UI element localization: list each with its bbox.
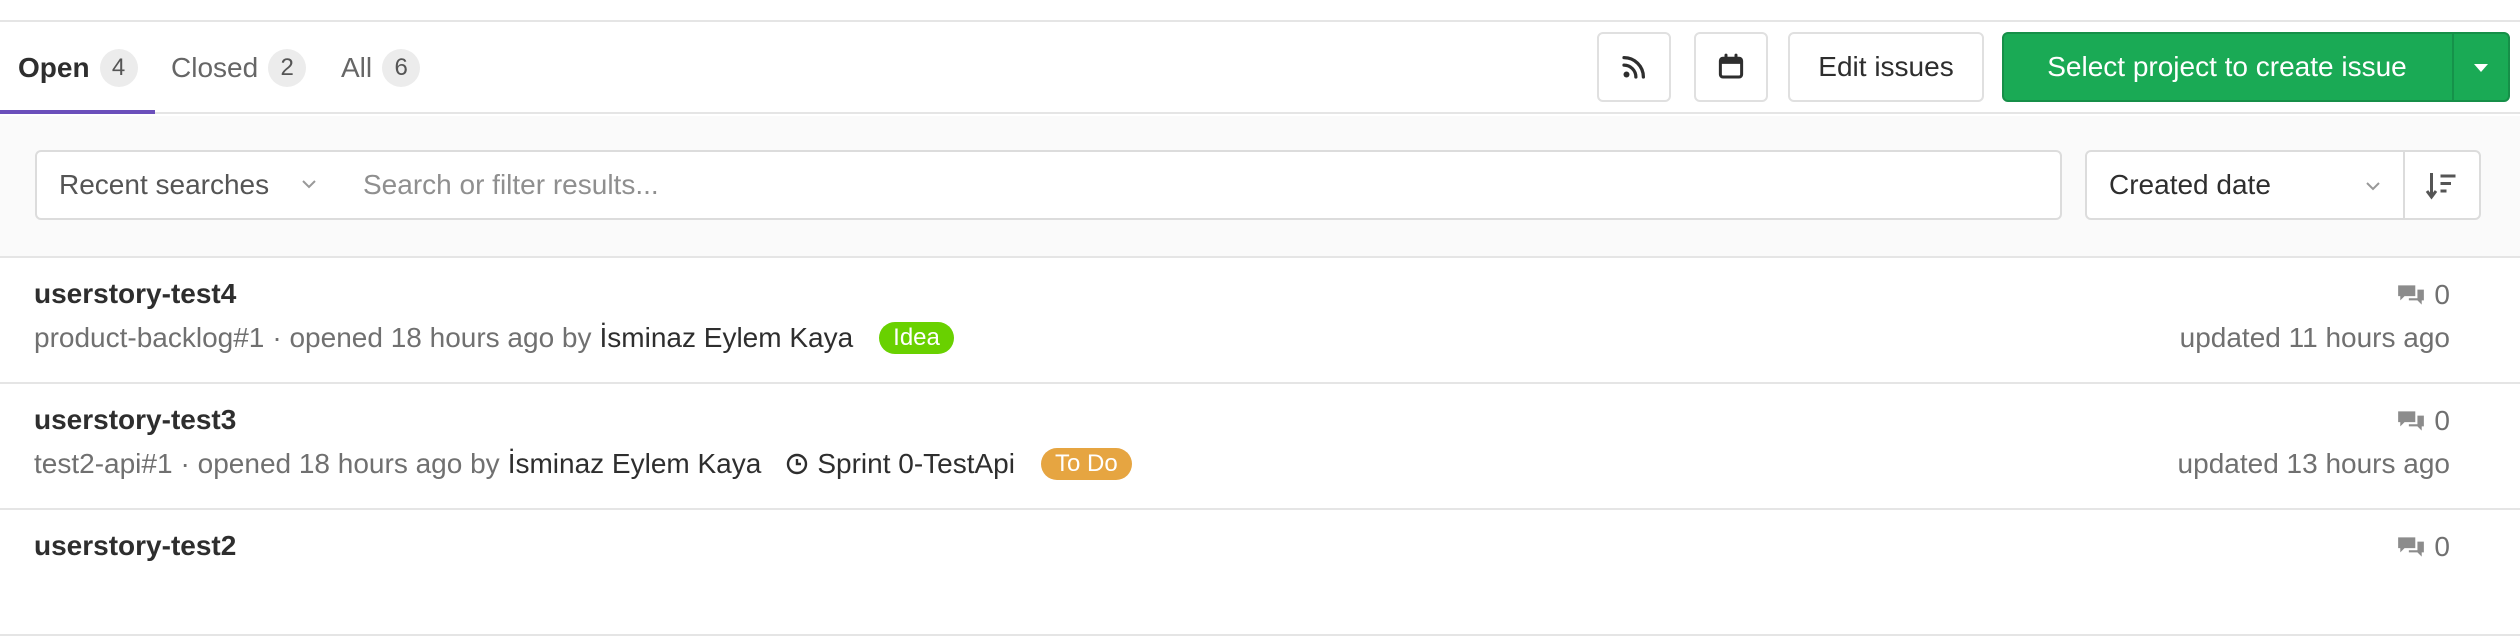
issue-updated-time: updated 13 hours ago xyxy=(2177,448,2450,479)
tab-closed-label: Closed xyxy=(171,52,259,83)
issue-author[interactable]: İsminaz Eylem Kaya xyxy=(600,322,854,354)
chevron-down-icon xyxy=(302,180,316,189)
issue-reference[interactable]: product-backlog#1 xyxy=(34,322,264,354)
comments-count: 0 xyxy=(2434,405,2450,436)
issue-label-badge[interactable]: To Do xyxy=(1040,448,1132,480)
tab-open-count: 4 xyxy=(99,49,138,87)
issue-row: userstory-test2 0 xyxy=(0,510,2520,636)
issue-comments[interactable]: 0 xyxy=(2178,404,2450,438)
issue-title[interactable]: userstory-test3 xyxy=(34,404,236,436)
issue-comments[interactable]: 0 xyxy=(2180,278,2450,312)
comments-icon xyxy=(2398,537,2425,557)
issue-stats: 0 updated 13 hours ago xyxy=(2178,404,2450,480)
tab-all-label: All xyxy=(341,52,373,83)
rss-feed-button[interactable] xyxy=(1597,32,1671,102)
active-tab-underline xyxy=(0,110,155,114)
caret-down-icon xyxy=(2474,64,2488,72)
create-issue-dropdown-toggle[interactable] xyxy=(2454,34,2508,100)
issue-label-badge[interactable]: Idea xyxy=(879,322,954,354)
comments-icon xyxy=(2398,285,2425,305)
issue-author[interactable]: İsminaz Eylem Kaya xyxy=(508,448,762,480)
edit-issues-button[interactable]: Edit issues xyxy=(1788,32,1984,102)
issue-reference[interactable]: test2-api#1 xyxy=(34,448,173,480)
tab-open[interactable]: Open 4 xyxy=(18,22,138,114)
tab-closed-count: 2 xyxy=(268,49,307,87)
recent-searches-dropdown[interactable]: Recent searches xyxy=(35,150,339,220)
issue-stats: 0 xyxy=(2396,530,2450,564)
calendar-icon xyxy=(1718,53,1744,79)
comments-count: 0 xyxy=(2434,531,2450,562)
sort-by-dropdown[interactable]: Created date xyxy=(2085,150,2405,220)
issue-title[interactable]: userstory-test2 xyxy=(34,530,236,562)
clock-icon xyxy=(787,453,808,475)
search-input[interactable] xyxy=(337,150,2062,220)
create-issue-split-button: Select project to create issue xyxy=(2002,32,2510,102)
issue-row: userstory-test3 test2-api#1 · opened 18 … xyxy=(0,384,2520,510)
issue-meta: test2-api#1 · opened 18 hours ago by İsm… xyxy=(34,448,1132,480)
issue-milestone-label: Sprint 0-TestApi xyxy=(817,448,1015,479)
filter-bar: Recent searches Created date xyxy=(0,116,2520,258)
issue-title[interactable]: userstory-test4 xyxy=(34,278,236,310)
sort-by-label: Created date xyxy=(2109,169,2271,200)
issue-comments[interactable]: 0 xyxy=(2396,530,2450,564)
issue-opened-text: · opened 18 hours ago by xyxy=(272,322,592,353)
comments-count: 0 xyxy=(2434,279,2450,310)
tab-closed[interactable]: Closed 2 xyxy=(171,22,307,114)
tab-open-label: Open xyxy=(18,52,90,83)
rss-icon xyxy=(1622,56,1645,79)
tab-all-count: 6 xyxy=(382,49,421,87)
sort-direction-button[interactable] xyxy=(2403,150,2481,220)
issues-tabs-bar: Open 4 Closed 2 All 6 Edit issues Select… xyxy=(0,22,2520,114)
recent-searches-label: Recent searches xyxy=(59,169,270,200)
calendar-feed-button[interactable] xyxy=(1694,32,1768,102)
issue-opened-text: · opened 18 hours ago by xyxy=(180,448,500,479)
issue-updated-time: updated 11 hours ago xyxy=(2179,322,2450,353)
issue-row: userstory-test4 product-backlog#1 · open… xyxy=(0,258,2520,384)
issue-meta: product-backlog#1 · opened 18 hours ago … xyxy=(34,322,954,354)
select-project-create-issue-button[interactable]: Select project to create issue xyxy=(2004,34,2450,100)
sort-descending-icon xyxy=(2425,173,2456,200)
issue-stats: 0 updated 11 hours ago xyxy=(2180,278,2450,354)
chevron-down-icon xyxy=(2366,182,2380,191)
comments-icon xyxy=(2398,411,2425,431)
tab-all[interactable]: All 6 xyxy=(341,22,421,114)
issue-milestone[interactable]: Sprint 0-TestApi xyxy=(785,448,1015,480)
